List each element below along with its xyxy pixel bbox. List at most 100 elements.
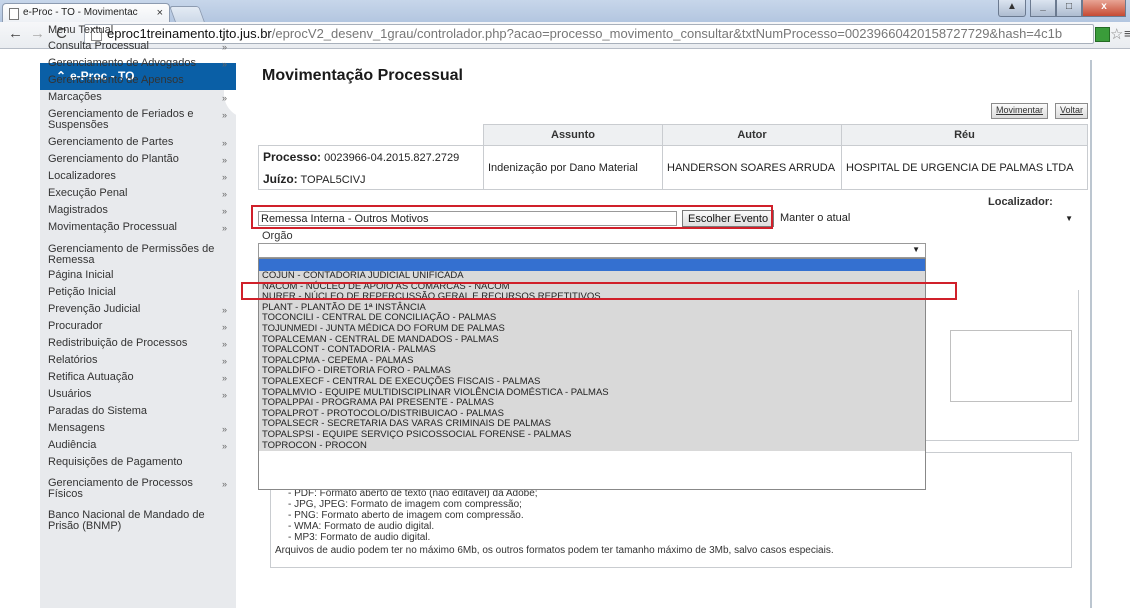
sidebar-item[interactable]: Usuários [48,389,218,400]
header-assunto: Assunto [483,124,663,146]
chevron-right-icon: » [222,42,228,52]
user-icon[interactable]: ▲ [998,0,1026,17]
sidebar-item[interactable]: Gerenciamento de Advogados [48,58,218,69]
movimentar-button[interactable]: Movimentar [991,103,1049,119]
orgao-option[interactable]: COJUN - CONTADORIA JUDICIAL UNIFICADA [259,270,925,282]
window-titlebar: e-Proc - TO - Movimentac × ▲ _ □ x [0,0,1130,22]
chevron-right-icon: » [222,172,228,182]
attachment-box [950,330,1072,402]
sidebar-item[interactable]: Mensagens [48,423,218,434]
dropdown-arrow-icon: ▼ [912,245,920,254]
sidebar-item[interactable]: Petição Inicial [48,287,218,298]
sidebar-item[interactable]: Prevenção Judicial [48,304,218,315]
chevron-right-icon: » [222,305,228,315]
table-corner [258,124,484,146]
sidebar-item[interactable]: Retifica Autuação [48,372,218,383]
sidebar-item[interactable]: Gerenciamento de Processos Físicos [48,478,218,500]
processo-label: Processo: [263,149,322,164]
chevron-right-icon: » [222,189,228,199]
sidebar-item[interactable]: Página Inicial [48,270,218,281]
address-bar[interactable]: eproc1treinamento.tjto.jus.br/eprocV2_de… [84,24,1094,44]
sidebar-item[interactable]: Magistrados [48,205,218,216]
forward-arrow-icon[interactable]: → [30,25,45,43]
sidebar-item[interactable]: Execução Penal [48,188,218,199]
sidebar-item[interactable]: Consulta Processual [48,41,218,52]
dropdown-arrow-icon: ▼ [1065,214,1073,223]
processo-value: 0023966-04.2015.827.2729 [324,151,460,164]
sidebar-corner [224,90,248,118]
file-size-note: Arquivos de audio podem ter no máximo 6M… [275,545,834,556]
process-table: Assunto Autor Réu Processo: 0023966-04.2… [258,124,1088,190]
right-divider [1090,60,1092,608]
sidebar-item[interactable]: Localizadores [48,171,218,182]
file-format-line: - PNG: Formato aberto de imagem com comp… [288,510,524,521]
bookmark-star-icon[interactable]: ☆ [1110,25,1123,43]
file-format-line: - JPG, JPEG: Formato de imagem com compr… [288,499,522,510]
sidebar-item[interactable]: Banco Nacional de Mandado de Prisão (BNM… [48,510,218,532]
orgao-option[interactable]: TOPALSPSI - EQUIPE SERVIÇO PSICOSSOCIAL … [259,429,925,441]
chevron-right-icon: » [222,356,228,366]
sidebar-item[interactable]: Audiência [48,440,218,451]
page-icon [9,8,19,20]
chevron-right-icon: » [222,441,228,451]
chevron-right-icon: » [222,390,228,400]
new-tab-button[interactable] [169,6,205,22]
close-window-icon[interactable]: x [1082,0,1126,17]
chevron-right-icon: » [222,138,228,148]
browser-tab[interactable]: e-Proc - TO - Movimentac × [2,3,170,22]
maximize-icon[interactable]: □ [1056,0,1082,17]
sidebar-item[interactable]: Gerenciamento do Plantão [48,154,218,165]
sidebar-item[interactable]: Relatórios [48,355,218,366]
chevron-right-icon: » [222,479,228,489]
voltar-button[interactable]: Voltar [1055,103,1089,119]
chevron-right-icon: » [222,110,228,120]
chevron-right-icon: » [222,59,228,69]
chevron-right-icon: » [222,155,228,165]
window-controls: ▲ _ □ x [998,0,1126,18]
localizador-select[interactable]: Manter o atual ▼ [780,211,1077,226]
juizo-label: Juízo: [263,171,298,186]
chevron-right-icon: » [222,373,228,383]
chevron-right-icon: » [222,339,228,349]
localizador-value: Manter o atual [780,212,851,224]
sidebar-item[interactable]: Gerenciamento de Partes [48,137,218,148]
sidebar-item[interactable]: Marcações [48,92,218,103]
minimize-icon[interactable]: _ [1030,0,1056,17]
autor-cell: HANDERSON SOARES ARRUDA [662,145,842,190]
tab-close-icon[interactable]: × [157,4,163,22]
file-format-line: - WMA: Formato de audio digital. [288,521,435,532]
sidebar-item[interactable]: Requisições de Pagamento [48,457,218,468]
url-path: /eprocV2_desenv_1grau/controlador.php?ac… [271,26,1063,41]
chevron-right-icon: » [222,93,228,103]
highlight-nacom [241,282,957,300]
header-autor: Autor [662,124,842,146]
orgao-select[interactable]: ▼ [258,243,926,258]
juizo-value: TOPAL5CIVJ [300,173,366,186]
orgao-option[interactable]: TOJUNMEDI - JUNTA MÉDICA DO FORUM DE PAL… [259,323,925,335]
chevron-right-icon: » [222,206,228,216]
chevron-right-icon: » [222,223,228,233]
assunto-cell: Indenização por Dano Material [483,145,663,190]
highlight-evento [251,205,773,229]
orgao-option[interactable]: TOPROCON - PROCON [259,440,925,452]
sidebar-item[interactable]: Movimentação Processual [48,222,218,233]
back-arrow-icon[interactable]: ← [8,25,23,43]
sidebar-item[interactable]: Procurador [48,321,218,332]
sidebar-item[interactable]: Paradas do Sistema [48,406,218,417]
sidebar-item[interactable]: Gerenciamento de Apensos [48,75,218,86]
sidebar-menu: Menu Textual Consulta Processual » Gerencia… [40,25,248,608]
browser-menu-icon[interactable]: ≡ [1124,26,1130,41]
page-title: Movimentação Processual [262,67,463,84]
header-reu: Réu [841,124,1088,146]
reu-cell: HOSPITAL DE URGENCIA DE PALMAS LTDA [841,145,1088,190]
process-cell: Processo: 0023966-04.2015.827.2729 Juízo… [258,145,484,190]
orgao-option[interactable]: TOPALEXECF - CENTRAL DE EXECUÇÕES FISCAI… [259,376,925,388]
sidebar-item[interactable]: Menu Textual [48,25,218,36]
file-format-line: - MP3: Formato de audio digital. [288,532,431,543]
tab-title: e-Proc - TO - Movimentac [23,7,138,18]
sidebar-item[interactable]: Gerenciamento de Permissões de Remessa [48,244,218,266]
sidebar-item[interactable]: Gerenciamento de Feriados e Suspensões [48,109,218,131]
localizador-label: Localizador: [988,196,1053,208]
extension-icon[interactable] [1095,27,1110,42]
sidebar-item[interactable]: Redistribuição de Processos [48,338,218,349]
